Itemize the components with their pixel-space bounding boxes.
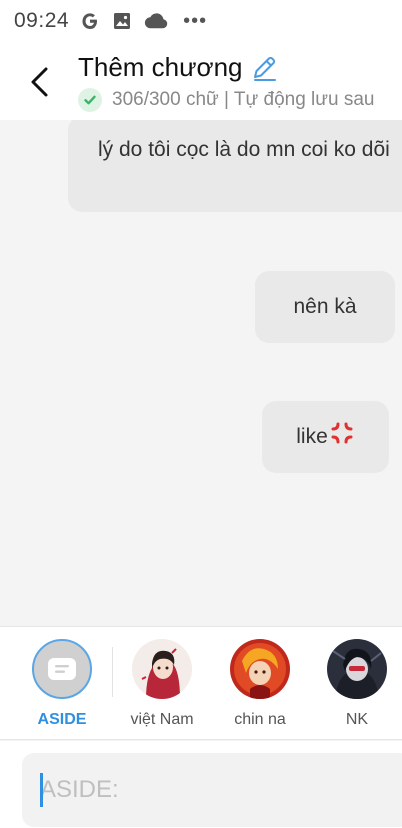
image-icon: [111, 10, 133, 32]
character-label: chin na: [234, 711, 286, 728]
character-nk[interactable]: NK: [317, 639, 397, 729]
character-label: việt Nam: [130, 711, 194, 728]
more-dots-icon: •••: [183, 9, 208, 32]
aside-avatar: [32, 639, 92, 699]
avatar: [132, 639, 192, 699]
divider: [112, 647, 113, 697]
character-label: ASIDE: [37, 711, 87, 728]
word-count-status: 306/300 chữ | Tự động lưu sau: [112, 89, 375, 110]
composer: [0, 741, 402, 828]
chevron-left-icon: [31, 67, 48, 97]
back-button[interactable]: [24, 64, 54, 100]
pencil-edit-icon[interactable]: [249, 53, 279, 83]
message-bubble[interactable]: lý do tôi cọc là do mn coi ko dõi: [68, 120, 402, 212]
avatar: [327, 639, 387, 699]
message-text: nên kà: [293, 295, 357, 318]
message-text: like: [296, 425, 328, 448]
character-selector: ASIDE việt Nam chin na NK: [0, 626, 402, 740]
chapter-title[interactable]: Thêm chương: [78, 52, 243, 83]
avatar: [230, 639, 290, 699]
text-caret: [40, 773, 43, 807]
save-status-row: 306/300 chữ | Tự động lưu sau: [78, 88, 374, 112]
character-chin-na[interactable]: chin na: [220, 639, 300, 729]
message-list[interactable]: lý do tôi cọc là do mn coi ko dõi nên kà…: [0, 120, 402, 626]
message-bubble[interactable]: like: [262, 401, 389, 473]
character-aside[interactable]: ASIDE: [22, 639, 102, 729]
status-bar: 09:24 •••: [0, 0, 402, 42]
message-icon: [48, 658, 76, 680]
cloud-icon: [143, 11, 169, 31]
message-text: lý do tôi cọc là do mn coi ko dõi: [98, 138, 390, 161]
character-viet-nam[interactable]: việt Nam: [122, 639, 202, 729]
message-input[interactable]: [22, 753, 402, 827]
status-time: 09:24: [14, 9, 70, 32]
title-row: Thêm chương: [78, 52, 279, 83]
anger-symbol-icon: [329, 420, 355, 454]
character-label: NK: [345, 711, 369, 728]
editor-header: Thêm chương 306/300 chữ | Tự động lưu sa…: [0, 42, 402, 120]
google-icon: [79, 10, 101, 32]
message-bubble[interactable]: nên kà: [255, 271, 395, 343]
check-icon: [78, 88, 102, 112]
